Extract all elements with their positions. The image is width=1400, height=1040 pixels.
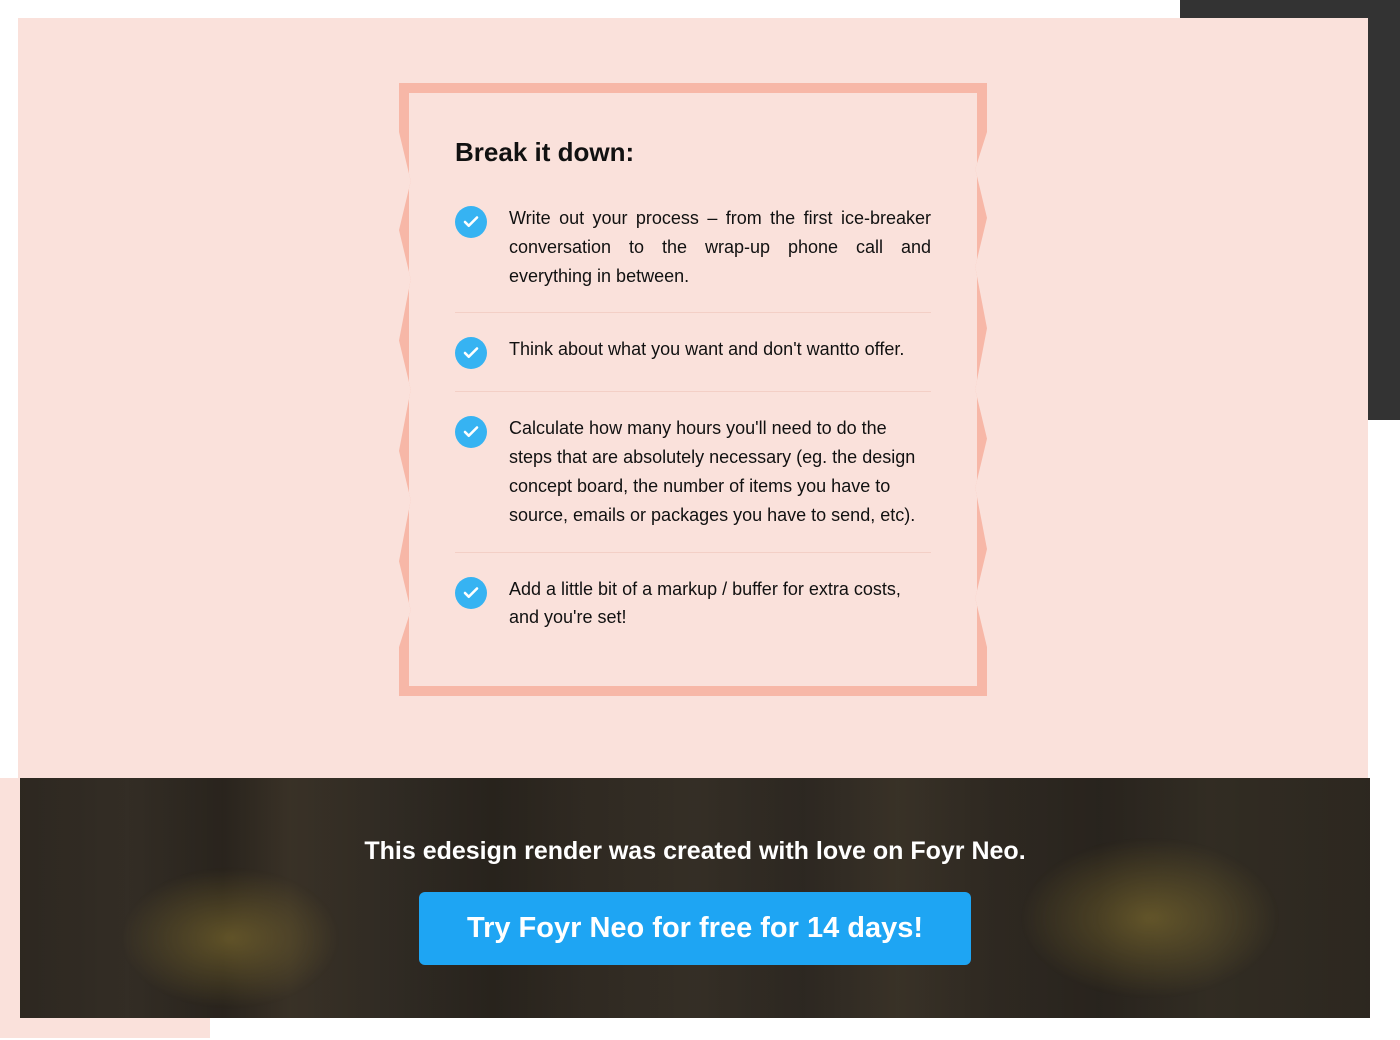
checklist-item: Calculate how many hours you'll need to … <box>455 414 931 552</box>
checklist-item-text: Think about what you want and don't want… <box>509 335 931 364</box>
checklist-item-text: Calculate how many hours you'll need to … <box>509 414 931 529</box>
pink-section: Break it down: Write out your process – … <box>18 18 1368 778</box>
callout-inner: Break it down: Write out your process – … <box>409 93 977 686</box>
checklist-item: Add a little bit of a markup / buffer fo… <box>455 575 931 633</box>
checklist-item-text: Add a little bit of a markup / buffer fo… <box>509 575 931 633</box>
checklist-item: Think about what you want and don't want… <box>455 335 931 392</box>
callout-title: Break it down: <box>455 137 931 168</box>
checklist-item: Write out your process – from the first … <box>455 204 931 313</box>
hero-banner: This edesign render was created with lov… <box>20 778 1370 1018</box>
checklist-item-text: Write out your process – from the first … <box>509 204 931 290</box>
checkmark-icon <box>455 206 487 238</box>
checkmark-icon <box>455 416 487 448</box>
hero-caption: This edesign render was created with lov… <box>364 837 1025 866</box>
checkmark-icon <box>455 337 487 369</box>
cta-try-free-button[interactable]: Try Foyr Neo for free for 14 days! <box>419 892 971 965</box>
callout-card: Break it down: Write out your process – … <box>399 83 987 696</box>
checkmark-icon <box>455 577 487 609</box>
